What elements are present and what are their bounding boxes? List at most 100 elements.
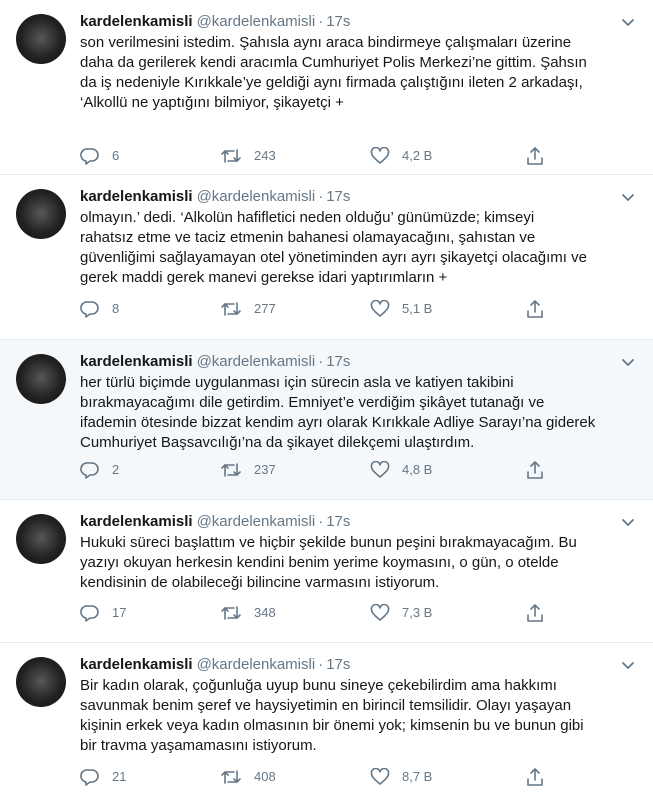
heart-icon [370, 300, 390, 317]
reply-icon [80, 769, 99, 786]
reply-count: 2 [112, 462, 120, 477]
chevron-down-icon[interactable] [621, 193, 635, 203]
like-count: 5,1 B [402, 301, 433, 316]
timestamp[interactable]: 17s [326, 656, 350, 673]
tweet-header: kardelenkamisli @kardelenkamisli · 17s [80, 512, 633, 532]
tweet-header: kardelenkamisli @kardelenkamisli · 17s [80, 12, 633, 32]
avatar[interactable] [16, 657, 66, 707]
tweet-actions: 6 243 4,2 B [80, 145, 653, 167]
like-button[interactable]: 8,7 B [370, 766, 432, 788]
share-button[interactable] [525, 459, 545, 481]
separator-dot: · [318, 13, 324, 30]
reply-button[interactable]: 17 [80, 602, 126, 624]
author-name[interactable]: kardelenkamisli [80, 513, 193, 530]
chevron-down-icon[interactable] [621, 518, 635, 528]
avatar[interactable] [16, 514, 66, 564]
like-button[interactable]: 4,8 B [370, 459, 432, 481]
reply-icon [80, 148, 99, 165]
author-handle[interactable]: @kardelenkamisli [197, 13, 316, 30]
share-button[interactable] [525, 602, 545, 624]
share-icon [527, 147, 543, 165]
reply-icon [80, 605, 99, 622]
retweet-button[interactable]: 348 [220, 602, 276, 624]
author-name[interactable]: kardelenkamisli [80, 13, 193, 30]
timestamp[interactable]: 17s [326, 513, 350, 530]
heart-icon [370, 768, 390, 785]
like-button[interactable]: 7,3 B [370, 602, 432, 624]
like-count: 8,7 B [402, 769, 433, 784]
chevron-down-icon[interactable] [621, 358, 635, 368]
share-icon [527, 461, 543, 479]
retweet-icon [221, 149, 241, 163]
tweet-actions: 21 408 8,7 B [80, 766, 653, 788]
reply-count: 6 [112, 148, 120, 163]
chevron-down-icon[interactable] [621, 18, 635, 28]
tweet-text: her türlü biçimde uygulanması için sürec… [80, 374, 596, 451]
like-button[interactable]: 4,2 B [370, 145, 432, 167]
retweet-button[interactable]: 237 [220, 459, 276, 481]
heart-icon [370, 604, 390, 621]
share-icon [527, 300, 543, 318]
retweet-count: 348 [254, 605, 276, 620]
retweet-button[interactable]: 408 [220, 766, 276, 788]
chevron-down-icon[interactable] [621, 661, 635, 671]
retweet-icon [221, 463, 241, 477]
separator-dot: · [318, 513, 324, 530]
retweet-count: 277 [254, 301, 276, 316]
retweet-count: 237 [254, 462, 276, 477]
avatar[interactable] [16, 354, 66, 404]
share-icon [527, 604, 543, 622]
timestamp[interactable]: 17s [326, 353, 350, 370]
reply-button[interactable]: 8 [80, 298, 119, 320]
retweet-icon [221, 302, 241, 316]
tweet-text: olmayın.’ dedi. ‘Alkolün hafifletici ned… [80, 209, 587, 286]
retweet-button[interactable]: 243 [220, 145, 276, 167]
author-name[interactable]: kardelenkamisli [80, 353, 193, 370]
reply-count: 17 [112, 605, 127, 620]
reply-count: 8 [112, 301, 120, 316]
author-name[interactable]: kardelenkamisli [80, 656, 193, 673]
like-count: 7,3 B [402, 605, 433, 620]
tweet-actions: 2 237 4,8 B [80, 459, 653, 481]
tweet-actions: 17 348 7,3 B [80, 602, 653, 624]
author-handle[interactable]: @kardelenkamisli [197, 353, 316, 370]
reply-icon [80, 462, 99, 479]
tweet-text: Bir kadın olarak, çoğunluğa uyup bunu si… [80, 677, 584, 754]
author-handle[interactable]: @kardelenkamisli [197, 188, 316, 205]
avatar[interactable] [16, 14, 66, 64]
tweet[interactable]: kardelenkamisli @kardelenkamisli · 17s her … [0, 340, 653, 500]
retweet-icon [221, 770, 241, 784]
avatar[interactable] [16, 189, 66, 239]
author-handle[interactable]: @kardelenkamisli [197, 656, 316, 673]
timeline: kardelenkamisli @kardelenkamisli · 17s son … [0, 0, 653, 798]
tweet-header: kardelenkamisli @kardelenkamisli · 17s [80, 655, 633, 675]
tweet[interactable]: kardelenkamisli @kardelenkamisli · 17s Bir … [0, 643, 653, 798]
timestamp[interactable]: 17s [326, 13, 350, 30]
reply-count: 21 [112, 769, 127, 784]
reply-button[interactable]: 21 [80, 766, 126, 788]
tweet-text: son verilmesini istedim. Şahısla aynı ar… [80, 34, 587, 111]
timestamp[interactable]: 17s [326, 188, 350, 205]
separator-dot: · [318, 353, 324, 370]
like-button[interactable]: 5,1 B [370, 298, 432, 320]
share-icon [527, 768, 543, 786]
reply-button[interactable]: 2 [80, 459, 119, 481]
tweet[interactable]: kardelenkamisli @kardelenkamisli · 17s son … [0, 0, 653, 175]
tweet-header: kardelenkamisli @kardelenkamisli · 17s [80, 187, 633, 207]
reply-button[interactable]: 6 [80, 145, 119, 167]
retweet-button[interactable]: 277 [220, 298, 276, 320]
share-button[interactable] [525, 145, 545, 167]
share-button[interactable] [525, 298, 545, 320]
tweet[interactable]: kardelenkamisli @kardelenkamisli · 17s Huku… [0, 500, 653, 643]
tweet-text: Hukuki süreci başlattım ve hiçbir şekild… [80, 534, 577, 591]
share-button[interactable] [525, 766, 545, 788]
heart-icon [370, 461, 390, 478]
author-name[interactable]: kardelenkamisli [80, 188, 193, 205]
like-count: 4,2 B [402, 148, 433, 163]
author-handle[interactable]: @kardelenkamisli [197, 513, 316, 530]
tweet-actions: 8 277 5,1 B [80, 298, 653, 320]
retweet-icon [221, 606, 241, 620]
retweet-count: 408 [254, 769, 276, 784]
separator-dot: · [318, 188, 324, 205]
tweet[interactable]: kardelenkamisli @kardelenkamisli · 17s olma… [0, 175, 653, 340]
